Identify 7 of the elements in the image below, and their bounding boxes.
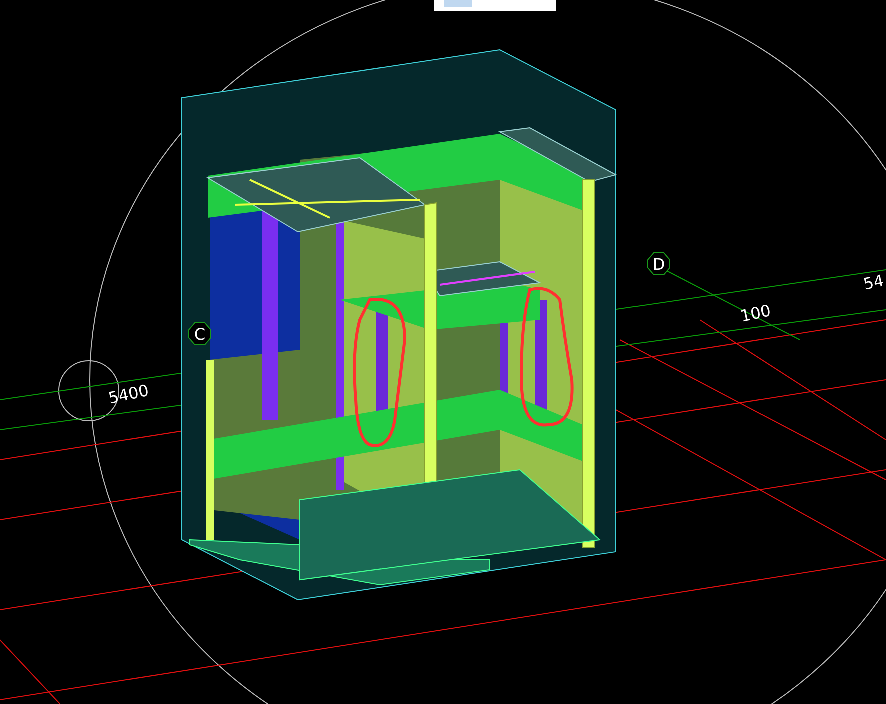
axis-label: D — [652, 255, 666, 274]
toolbar-button[interactable] — [444, 0, 472, 7]
dimension-text: 5400 — [106, 380, 151, 408]
dimension-text: 54 — [862, 271, 886, 294]
axis-label: C — [194, 325, 206, 344]
axis-bubble-icon — [648, 252, 670, 276]
dimension-text: 100 — [738, 300, 773, 326]
